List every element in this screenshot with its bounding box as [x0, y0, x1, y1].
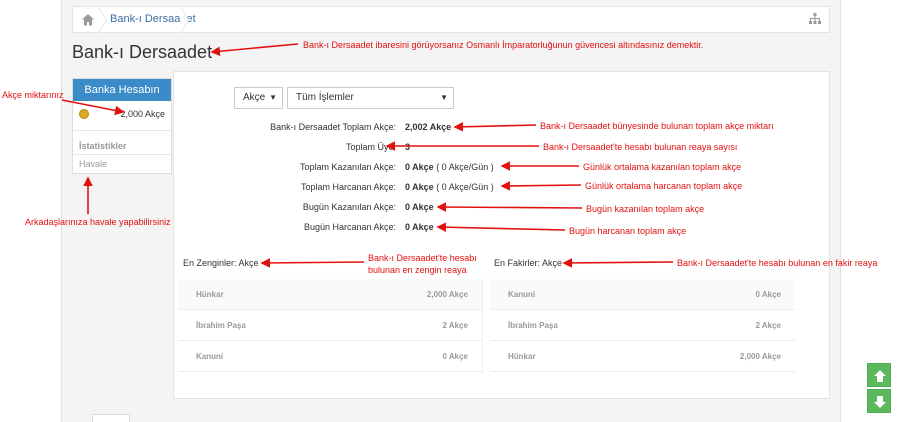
- scroll-up-button[interactable]: [867, 363, 891, 387]
- currency-select-value: Akçe: [243, 92, 266, 103]
- row-name: Hünkar: [508, 352, 536, 361]
- row-amount: 0 Akçe: [442, 352, 469, 361]
- table-row[interactable]: İbrahim Paşa 2 Akçe: [490, 310, 795, 341]
- stat-value-total-spent: 0 Akçe ( 0 Akçe/Gün ): [405, 182, 494, 192]
- stat-value-members: 3: [405, 142, 411, 152]
- row-name: İbrahim Paşa: [196, 321, 246, 330]
- caret-down-icon: ▼: [269, 93, 277, 102]
- poorest-table: Kanuni 0 Akçe İbrahim Paşa 2 Akçe Hünkar 2,…: [490, 279, 795, 373]
- stat-label-today-spent: Bugün Harcanan Akçe:: [303, 222, 396, 232]
- page-title: Bank-ı Dersaadet: [72, 42, 213, 62]
- row-name: İbrahim Paşa: [508, 321, 558, 330]
- stat-value-total: 2,002 Akçe: [405, 122, 452, 132]
- annotation-richest-1: Bank-ı Dersaadet'te hesabı: [368, 253, 477, 263]
- row-amount: 2 Akçe: [755, 321, 782, 330]
- transaction-type-select[interactable]: Tüm İşlemler ▼: [287, 87, 454, 109]
- annotation-today-spent: Bugün harcanan toplam akçe: [569, 226, 687, 236]
- stat-label-total-spent: Toplam Harcanan Akçe:: [300, 182, 396, 192]
- table-row[interactable]: Kanuni 0 Akçe: [490, 279, 795, 310]
- table-row[interactable]: Kanuni 0 Akçe: [178, 341, 482, 372]
- table-row[interactable]: Hünkar 2,000 Akçe: [490, 341, 795, 372]
- annotation-richest-2: bulunan en zengin reaya: [368, 265, 467, 275]
- annotation-members: Bank-ı Dersaadet'te hesabı bulunan reaya…: [543, 142, 738, 152]
- home-icon[interactable]: [81, 13, 95, 27]
- currency-select[interactable]: Akçe ▼: [234, 87, 283, 109]
- row-name: Kanuni: [508, 290, 536, 299]
- scroll-down-button[interactable]: [867, 389, 891, 413]
- sidebar-stats-label: İstatistikler: [79, 141, 127, 151]
- richest-label: En Zenginler: Akçe: [183, 258, 259, 268]
- annotation-today-earned: Bugün kazanılan toplam akçe: [586, 204, 705, 214]
- annotation-poorest: Bank-ı Dersaadet'te hesabı bulunan en fa…: [677, 258, 878, 268]
- stat-value-total-earned: 0 Akçe ( 0 Akçe/Gün ): [405, 162, 494, 172]
- breadcrumb: Bank-ı Dersaadet: [72, 6, 830, 33]
- annotation-akce: Akçe miktarınız: [2, 90, 64, 100]
- stat-label-members: Toplam Üye:: [345, 142, 396, 152]
- sidebar-havale-link[interactable]: Havale: [79, 159, 107, 169]
- arrow-down-icon: [874, 396, 886, 408]
- sitemap-icon[interactable]: [809, 13, 821, 25]
- annotation-havale: Arkadaşlarınıza havale yapabilirsiniz: [25, 217, 171, 227]
- stat-value-today-earned: 0 Akçe: [405, 202, 434, 212]
- bank-sidebar: Banka Hesabın 2,000 Akçe İstatistikler H…: [72, 78, 172, 174]
- row-amount: 0 Akçe: [755, 290, 782, 299]
- annotation-avg-earned: Günlük ortalama kazanılan toplam akçe: [583, 162, 742, 172]
- stat-label-today-earned: Bugün Kazanılan Akçe:: [302, 202, 396, 212]
- annotation-total: Bank-ı Dersaadet bünyesinde bulunan topl…: [540, 121, 774, 131]
- caret-down-icon: ▼: [440, 93, 448, 102]
- row-name: Kanuni: [196, 352, 224, 361]
- row-amount: 2 Akçe: [442, 321, 469, 330]
- transaction-select-value: Tüm İşlemler: [296, 92, 354, 103]
- poorest-label: En Fakirler: Akçe: [494, 258, 563, 268]
- richest-table: Hünkar 2,000 Akçe İbrahim Paşa 2 Akçe Kanu…: [178, 279, 483, 373]
- row-amount: 2,000 Akçe: [739, 352, 781, 361]
- sidebar-header[interactable]: Banka Hesabın: [73, 79, 171, 101]
- stat-value-today-spent: 0 Akçe: [405, 222, 434, 232]
- annotation-avg-spent: Günlük ortalama harcanan toplam akçe: [585, 181, 743, 191]
- row-amount: 2,000 Akçe: [426, 290, 468, 299]
- annotation-title: Bank-ı Dersaadet ibaresini görüyorsanız …: [303, 40, 704, 50]
- table-row[interactable]: İbrahim Paşa 2 Akçe: [178, 310, 482, 341]
- coin-icon: [79, 109, 89, 119]
- sidebar-amount: 2,000 Akçe: [120, 109, 165, 119]
- arrow-up-icon: [874, 370, 886, 382]
- row-name: Hünkar: [196, 290, 224, 299]
- footer-tab[interactable]: [92, 414, 130, 422]
- table-row[interactable]: Hünkar 2,000 Akçe: [178, 279, 482, 310]
- stat-label-total-earned: Toplam Kazanılan Akçe:: [299, 162, 396, 172]
- stat-label-total: Bank-ı Dersaadet Toplam Akçe:: [270, 122, 396, 132]
